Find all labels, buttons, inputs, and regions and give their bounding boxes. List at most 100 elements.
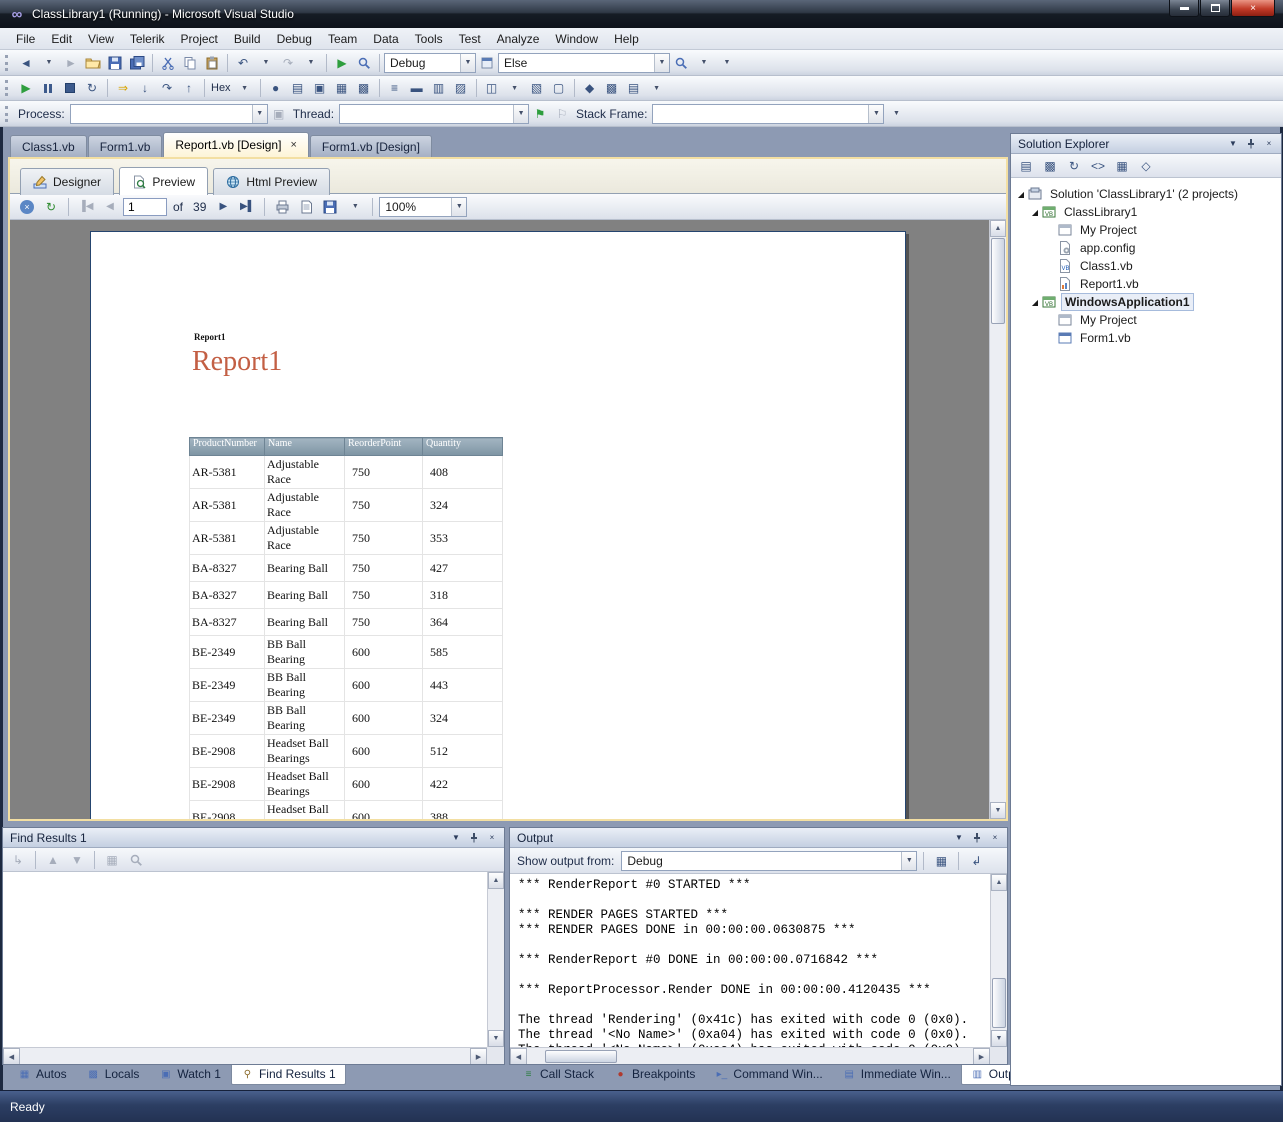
parallel-stacks-button[interactable]: ▩ (601, 78, 623, 98)
expand-collapse-icon[interactable]: ◢ (1015, 190, 1027, 199)
goto-location-button[interactable]: ↳ (7, 850, 29, 870)
stop-debugging-button[interactable] (59, 78, 81, 98)
save-button[interactable] (104, 53, 126, 73)
show-next-statement-button[interactable]: ⇒ (112, 78, 134, 98)
tab-command-window[interactable]: ▸_ Command Win... (705, 1065, 832, 1085)
pin-icon[interactable] (969, 830, 985, 845)
tab-class1-vb[interactable]: Class1.vb (10, 135, 87, 157)
close-panel-button[interactable]: × (987, 830, 1003, 845)
output-content[interactable]: *** RenderReport #0 STARTED *** *** REND… (510, 874, 1007, 1064)
restart-button[interactable]: ↻ (81, 78, 103, 98)
maximize-button[interactable] (1200, 0, 1230, 17)
threads-window-button[interactable]: ▬ (406, 78, 428, 98)
show-all-files-button[interactable]: ▩ (1039, 156, 1061, 176)
open-file-button[interactable] (82, 53, 104, 73)
hex-menu-button[interactable]: ▼ (234, 78, 256, 98)
chevron-down-icon[interactable]: ▼ (513, 104, 529, 123)
parallel-tasks-button[interactable]: ▤ (623, 78, 645, 98)
vertical-scrollbar[interactable]: ▲ ▼ (990, 874, 1007, 1047)
scroll-up-button[interactable]: ▲ (488, 872, 504, 889)
modules-window-button[interactable]: ▥ (428, 78, 450, 98)
tree-project-classlibrary1[interactable]: ◢ VB ClassLibrary1 (1011, 203, 1281, 221)
tab-form1-vb-design[interactable]: Form1.vb [Design] (309, 135, 432, 157)
navigate-backward-button[interactable]: ◄ (15, 53, 37, 73)
chevron-down-icon[interactable]: ▼ (654, 53, 669, 72)
toggle-word-wrap-button[interactable]: ↲ (965, 851, 987, 871)
menu-test[interactable]: Test (451, 29, 489, 49)
menu-view[interactable]: View (80, 29, 122, 49)
clear-results-button[interactable]: ▦ (101, 850, 123, 870)
tree-project-windowsapplication1[interactable]: ◢ VB WindowsApplication1 (1011, 293, 1281, 311)
menu-edit[interactable]: Edit (43, 29, 80, 49)
expand-collapse-icon[interactable]: ◢ (1029, 208, 1041, 217)
preview-viewport[interactable]: Report1 Report1 ProductNumber Name Reord… (10, 220, 1006, 819)
window-position-button[interactable]: ▼ (1225, 136, 1241, 151)
undo-button[interactable]: ↶ (232, 53, 254, 73)
scroll-down-button[interactable]: ▼ (990, 802, 1006, 819)
menu-telerik[interactable]: Telerik (122, 29, 173, 49)
breakpoints-window-button[interactable]: ● (265, 78, 287, 98)
autos-window-button[interactable]: ▦ (331, 78, 353, 98)
page-number-input[interactable] (123, 197, 167, 216)
step-out-button[interactable]: ↑ (178, 78, 200, 98)
tab-html-preview[interactable]: Html Preview (213, 167, 331, 195)
toolbar-options-button[interactable]: ▼ (646, 78, 668, 98)
scroll-down-button[interactable]: ▼ (991, 1030, 1007, 1047)
menu-analyze[interactable]: Analyze (489, 29, 548, 49)
find-results-content[interactable]: ▲ ▼ ◀ ▶ (3, 872, 504, 1064)
toolbar-grip[interactable] (5, 80, 9, 96)
tab-call-stack[interactable]: ≡ Call Stack (512, 1065, 604, 1085)
tab-report1-vb-design[interactable]: Report1.vb [Design] × (163, 132, 309, 157)
preview-vertical-scrollbar[interactable]: ▲ ▼ (989, 220, 1006, 819)
tab-breakpoints[interactable]: ● Breakpoints (604, 1065, 705, 1085)
menu-data[interactable]: Data (365, 29, 406, 49)
stack-frame-select[interactable]: ▼ (652, 103, 885, 124)
watch-window-button[interactable]: ▣ (309, 78, 331, 98)
scrollbar-thumb[interactable] (545, 1050, 617, 1063)
view-code-button[interactable]: <> (1087, 156, 1109, 176)
pin-icon[interactable] (1243, 136, 1259, 151)
view-class-diagram-button[interactable]: ◇ (1135, 156, 1157, 176)
redo-menu-button[interactable]: ▼ (300, 53, 322, 73)
navigate-backward-menu-button[interactable]: ▼ (38, 53, 60, 73)
undo-menu-button[interactable]: ▼ (255, 53, 277, 73)
last-page-button[interactable]: ▶▌ (236, 197, 258, 217)
toolbar-options-button[interactable]: ▼ (885, 104, 907, 124)
thread-select[interactable]: ▼ (339, 103, 530, 124)
tab-preview[interactable]: Preview (119, 167, 209, 195)
tab-autos[interactable]: ▦ Autos (8, 1065, 77, 1085)
solution-configurations-select[interactable]: Debug ▼ (384, 52, 476, 73)
scroll-right-button[interactable]: ▶ (973, 1048, 990, 1064)
scroll-up-button[interactable]: ▲ (990, 220, 1006, 237)
scrollbar-thumb[interactable] (992, 977, 1006, 1028)
pin-icon[interactable] (466, 830, 482, 845)
repeat-find-button[interactable] (125, 850, 147, 870)
menu-team[interactable]: Team (320, 29, 365, 49)
tab-designer[interactable]: Designer (20, 167, 115, 195)
redo-button[interactable]: ↷ (277, 53, 299, 73)
vertical-scrollbar[interactable]: ▲ ▼ (487, 872, 504, 1047)
minimize-button[interactable] (1169, 0, 1199, 17)
export-button[interactable] (319, 197, 341, 217)
close-panel-button[interactable]: × (1261, 136, 1277, 151)
copy-button[interactable] (179, 53, 201, 73)
menu-debug[interactable]: Debug (269, 29, 320, 49)
disassembly-window-button[interactable]: ▧ (526, 78, 548, 98)
stop-rendering-button[interactable]: × (16, 197, 38, 217)
menu-project[interactable]: Project (173, 29, 226, 49)
clear-all-output-button[interactable]: ▦ (930, 851, 952, 871)
solution-tree[interactable]: ◢ Solution 'ClassLibrary1' (2 projects) … (1011, 178, 1281, 1085)
memory-window-menu-button[interactable]: ▼ (504, 78, 526, 98)
quick-find-button[interactable] (670, 53, 692, 73)
tab-immediate-window[interactable]: ▤ Immediate Win... (833, 1065, 961, 1085)
toolbar-options-button[interactable]: ▼ (716, 53, 738, 73)
menu-file[interactable]: File (8, 29, 43, 49)
horizontal-scrollbar[interactable]: ◀ ▶ (510, 1047, 990, 1064)
processes-window-button[interactable]: ▨ (450, 78, 472, 98)
intellitrace-button[interactable]: ◆ (579, 78, 601, 98)
previous-page-button[interactable]: ◀ (99, 197, 121, 217)
tree-my-project-1[interactable]: My Project (1011, 221, 1281, 239)
find-combo[interactable]: Else ▼ (498, 52, 670, 73)
chevron-down-icon[interactable]: ▼ (451, 197, 467, 216)
print-button[interactable] (271, 197, 293, 217)
